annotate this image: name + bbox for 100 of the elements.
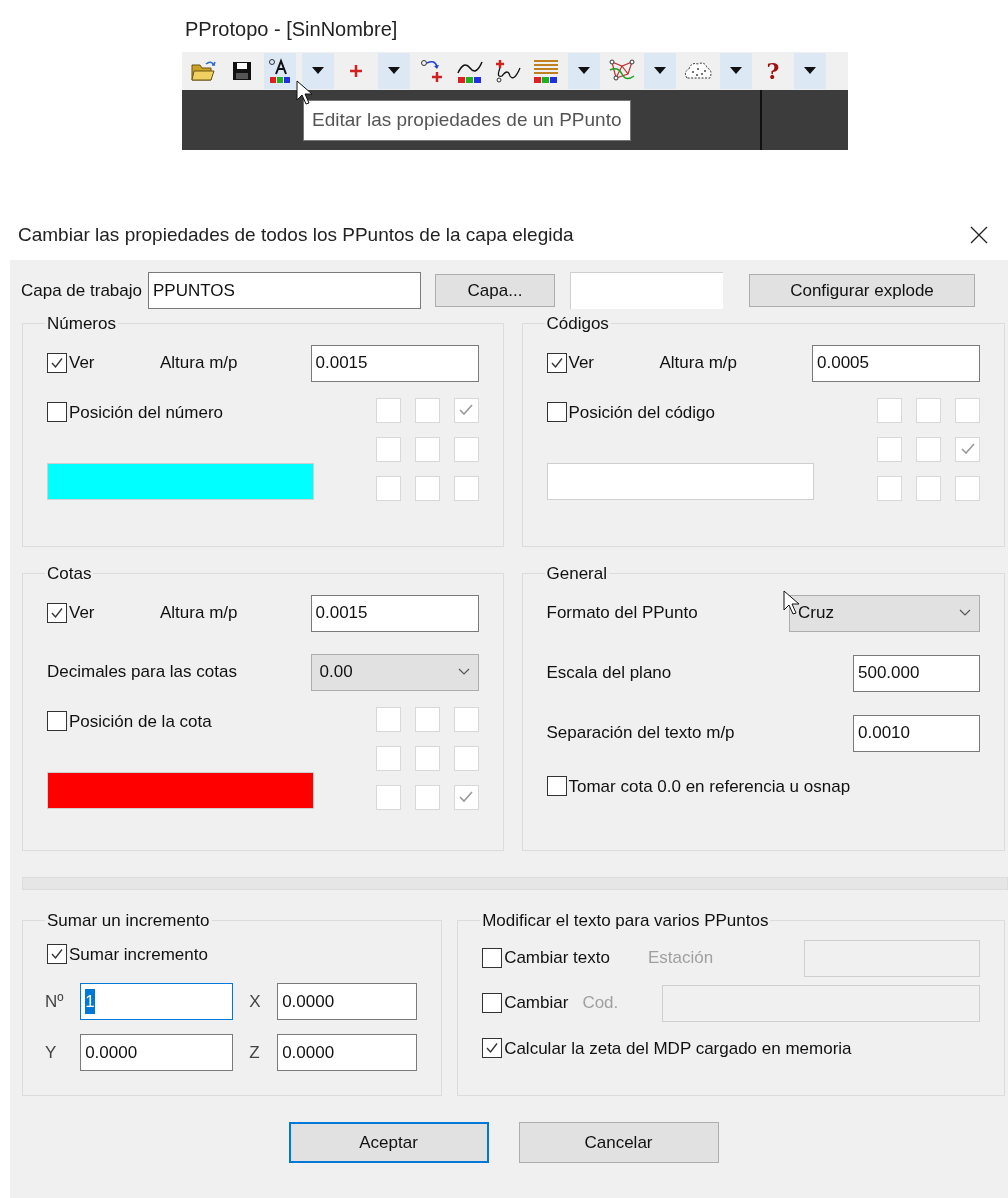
checkbox[interactable] <box>546 402 567 423</box>
app-title: PProtopo - [SinNombre] <box>185 18 398 40</box>
position-checkbox[interactable] <box>955 436 980 462</box>
check-icon <box>458 403 474 417</box>
input-field[interactable]: 0.0000 <box>80 1034 234 1071</box>
group-title: Modificar el texto para varios PPuntos <box>481 910 770 932</box>
color-swatch[interactable] <box>47 772 314 809</box>
tooltip: Editar las propiedades de un PPunto <box>303 100 631 141</box>
caret-icon <box>730 67 742 75</box>
checkbox-label: Posición de la cota <box>69 710 212 733</box>
caret-icon <box>388 67 400 75</box>
caret-icon <box>654 67 666 75</box>
position-checkbox[interactable] <box>453 436 479 462</box>
check-icon <box>485 1041 500 1056</box>
network-icon <box>608 58 636 84</box>
color-swatch[interactable] <box>47 463 314 500</box>
checkbox-label: Ver <box>69 352 95 375</box>
field-label: Altura m/p <box>659 352 737 375</box>
input-field[interactable] <box>662 984 980 1022</box>
position-checkbox[interactable] <box>375 397 401 423</box>
caret-icon <box>578 67 590 75</box>
input-field[interactable]: 500.000 <box>853 654 980 692</box>
position-checkbox[interactable] <box>375 436 401 462</box>
field-label: Estación <box>647 947 714 970</box>
color-squares-icon <box>267 58 293 84</box>
input-field[interactable]: 1 <box>80 983 234 1020</box>
field-label: Altura m/p <box>160 602 238 625</box>
tool-button[interactable] <box>264 53 296 89</box>
input-field[interactable]: 0.0000 <box>277 1034 418 1071</box>
input-field[interactable] <box>804 939 980 977</box>
input-field[interactable]: 0.0015 <box>310 344 479 382</box>
checkbox[interactable] <box>47 402 67 423</box>
dropdown-button[interactable] <box>568 53 600 89</box>
position-checkbox[interactable] <box>375 745 401 771</box>
help-button[interactable]: ? <box>758 53 788 89</box>
position-checkbox[interactable] <box>916 475 941 501</box>
field-label: Capa de trabajo <box>21 279 142 302</box>
position-checkbox[interactable] <box>877 436 902 462</box>
checkbox-label: Cambiar texto <box>504 947 610 970</box>
field-label: Altura m/p <box>160 352 238 375</box>
close-icon[interactable] <box>970 226 988 244</box>
field-label: X <box>249 990 262 1013</box>
checkbox[interactable] <box>482 1038 503 1059</box>
position-checkbox[interactable] <box>375 706 401 732</box>
position-checkbox[interactable] <box>414 784 440 810</box>
position-checkbox[interactable] <box>453 745 479 771</box>
check-icon <box>50 356 64 370</box>
position-checkbox[interactable] <box>453 706 479 732</box>
check-icon <box>50 606 64 620</box>
position-checkbox[interactable] <box>375 475 401 501</box>
position-checkbox[interactable] <box>414 436 440 462</box>
position-checkbox[interactable] <box>877 475 902 501</box>
color-swatch[interactable] <box>546 463 814 500</box>
dropdown[interactable]: 0.00 <box>310 653 479 691</box>
checkbox[interactable] <box>47 353 67 373</box>
dropdown[interactable]: Cruz <box>789 594 980 632</box>
position-checkbox[interactable] <box>916 436 941 462</box>
position-checkbox[interactable] <box>453 397 479 423</box>
point-arrow-icon <box>419 58 445 84</box>
field-label: Escala del plano <box>546 662 672 685</box>
position-checkbox[interactable] <box>453 475 479 501</box>
position-checkbox[interactable] <box>453 784 479 810</box>
dialog-button[interactable]: Cancelar <box>518 1122 719 1163</box>
explode-button[interactable]: Configurar explode <box>749 274 975 307</box>
checkbox-label: Tomar cota 0.0 en referencia u osnap <box>568 775 851 798</box>
dialog-button[interactable]: Aceptar <box>288 1122 489 1163</box>
checkbox[interactable] <box>546 353 567 373</box>
checkbox-label: Sumar incremento <box>69 943 208 966</box>
checkbox[interactable] <box>47 944 67 965</box>
check-icon <box>458 790 474 804</box>
position-checkbox[interactable] <box>375 784 401 810</box>
position-checkbox[interactable] <box>414 397 440 423</box>
layer-button[interactable]: Capa... <box>435 274 555 307</box>
position-checkbox[interactable] <box>916 397 941 423</box>
position-checkbox[interactable] <box>955 475 980 501</box>
dropdown-button[interactable] <box>378 53 410 89</box>
checkbox[interactable] <box>47 603 67 623</box>
position-checkbox[interactable] <box>414 706 440 732</box>
point-icon <box>348 63 364 79</box>
position-checkbox[interactable] <box>955 397 980 423</box>
dropdown-button[interactable] <box>720 53 752 89</box>
position-checkbox[interactable] <box>414 745 440 771</box>
position-checkbox[interactable] <box>414 475 440 501</box>
checkbox-label: Calcular la zeta del MDP cargado en memoria <box>504 1037 852 1060</box>
input-field[interactable]: 0.0015 <box>310 594 479 632</box>
folder-icon <box>191 60 217 82</box>
cloud-icon <box>683 60 713 82</box>
input-field[interactable] <box>570 272 723 309</box>
dropdown-button[interactable] <box>794 53 826 89</box>
input-field[interactable]: PPUNTOS <box>148 272 421 309</box>
position-checkbox[interactable] <box>877 397 902 423</box>
dropdown-button[interactable] <box>644 53 676 89</box>
dropdown-button[interactable] <box>302 53 334 89</box>
input-field[interactable]: 0.0005 <box>812 344 980 382</box>
checkbox[interactable] <box>47 711 67 732</box>
group-title: Números <box>46 313 117 335</box>
input-field[interactable]: 0.0010 <box>853 714 980 752</box>
input-field[interactable]: 0.0000 <box>277 983 418 1020</box>
group-title: Cotas <box>46 563 93 585</box>
checkbox[interactable] <box>546 776 567 797</box>
